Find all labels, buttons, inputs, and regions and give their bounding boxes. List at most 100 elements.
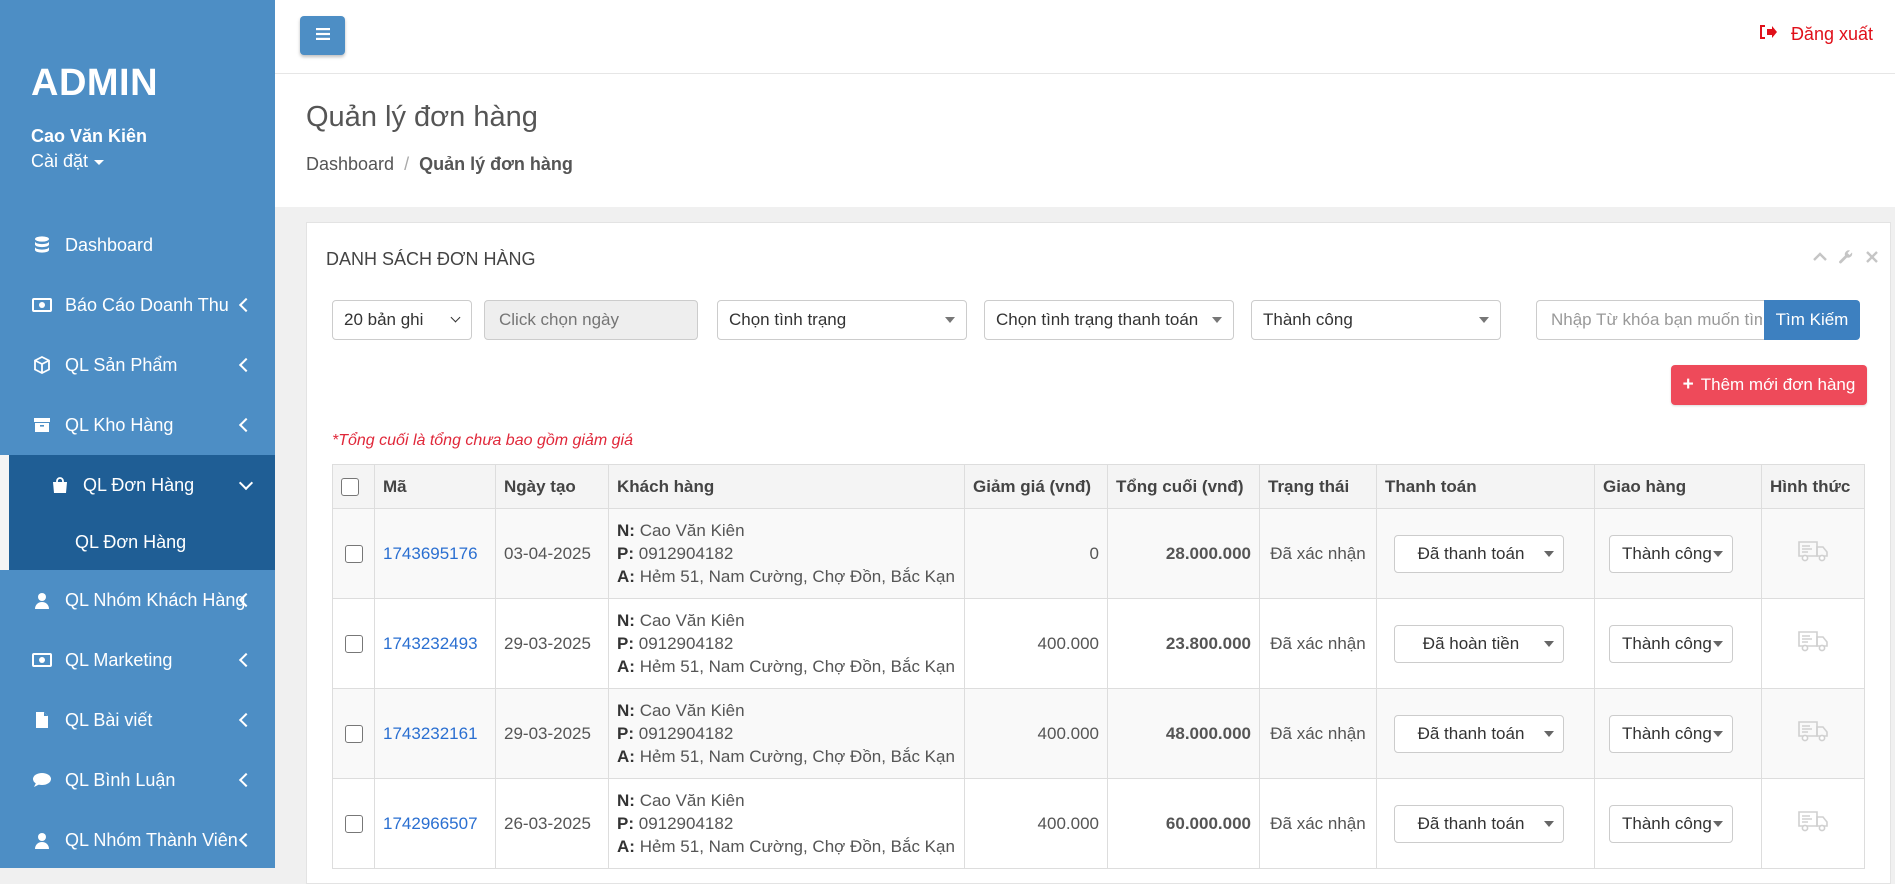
- sidebar-item-label: QL Bài viết: [65, 709, 153, 730]
- row-checkbox[interactable]: [344, 635, 363, 654]
- status-select[interactable]: Chọn tình trạng: [717, 300, 967, 340]
- select-all-checkbox[interactable]: [341, 478, 359, 497]
- truck-icon[interactable]: [1797, 809, 1829, 833]
- chevron-down-icon: [450, 312, 461, 323]
- order-code-cell: 1743232493: [374, 598, 496, 689]
- phone-label: P:: [617, 544, 634, 563]
- column-header-date[interactable]: Ngày tạo: [495, 464, 609, 509]
- address-label: A:: [617, 837, 635, 856]
- date-picker-input[interactable]: [484, 300, 698, 340]
- order-code-link[interactable]: 1742966507: [383, 814, 478, 833]
- sidebar-item-orders[interactable]: QL Đơn Hàng: [0, 455, 275, 515]
- sidebar-item-member-groups[interactable]: QL Nhóm Thành Viên: [0, 810, 275, 868]
- phone-label: P:: [617, 724, 634, 743]
- sidebar-item-posts[interactable]: QL Bài viết: [0, 690, 275, 750]
- page-title: Quản lý đơn hàng: [306, 101, 538, 133]
- row-checkbox[interactable]: [344, 725, 363, 744]
- total-value: 60.000.000: [1107, 778, 1260, 869]
- table-row: 1743232161 29-03-2025 N: Cao Văn Kiên P:…: [332, 688, 1865, 779]
- sidebar-item-revenue-report[interactable]: Báo Cáo Doanh Thu: [0, 275, 275, 335]
- total-value: 23.800.000: [1107, 598, 1260, 689]
- name-label: N:: [617, 701, 635, 720]
- logout-button[interactable]: Đăng xuất: [1759, 24, 1873, 45]
- caret-down-icon: [1713, 550, 1723, 557]
- search-button[interactable]: Tìm Kiếm: [1764, 300, 1860, 340]
- row-checkbox[interactable]: [344, 545, 363, 564]
- column-header-status[interactable]: Trạng thái: [1259, 464, 1377, 509]
- delivery-cell: Thành công: [1594, 688, 1762, 779]
- truck-icon[interactable]: [1797, 629, 1829, 653]
- payment-status-value: Đã thanh toán: [1417, 813, 1525, 833]
- delivery-cell: Thành công: [1594, 778, 1762, 869]
- shopping-bag-icon: [49, 474, 71, 496]
- payment-status-dropdown[interactable]: Đã thanh toán: [1394, 804, 1564, 843]
- payment-status-select[interactable]: Chọn tình trạng thanh toán: [984, 300, 1234, 340]
- sidebar-toggle-button[interactable]: [300, 16, 345, 55]
- page-size-select[interactable]: 20 bản ghi: [332, 300, 472, 340]
- customer-cell: N: Cao Văn Kiên P: 0912904182 A: Hẻm 51,…: [608, 688, 965, 779]
- delivery-status-dropdown[interactable]: Thành công: [1609, 534, 1733, 573]
- close-icon[interactable]: [1864, 249, 1880, 265]
- sidebar-item-label: QL Nhóm Thành Viên: [65, 829, 238, 850]
- table-row: 1743232493 29-03-2025 N: Cao Văn Kiên P:…: [332, 598, 1865, 689]
- delivery-status-dropdown[interactable]: Thành công: [1609, 804, 1733, 843]
- column-header-customer[interactable]: Khách hàng: [608, 464, 965, 509]
- breadcrumb-current: Quản lý đơn hàng: [419, 154, 573, 174]
- delivery-status-select[interactable]: Thành công: [1251, 300, 1501, 340]
- column-header-payment[interactable]: Thanh toán: [1376, 464, 1595, 509]
- payment-status-dropdown[interactable]: Đã thanh toán: [1394, 714, 1564, 753]
- truck-icon[interactable]: [1797, 719, 1829, 743]
- search-input[interactable]: [1536, 300, 1764, 340]
- shipping-method-cell: [1761, 598, 1865, 689]
- breadcrumb-dashboard-link[interactable]: Dashboard: [306, 154, 394, 174]
- order-code-link[interactable]: 1743232493: [383, 634, 478, 653]
- collapse-icon[interactable]: [1812, 249, 1828, 265]
- row-select-cell: [332, 688, 375, 779]
- sidebar-subitem-orders[interactable]: QL Đơn Hàng: [0, 515, 275, 570]
- discount-value: 400.000: [964, 778, 1108, 869]
- settings-dropdown[interactable]: Cài đặt: [31, 151, 105, 172]
- phone-label: P:: [617, 814, 634, 833]
- panel-title: DANH SÁCH ĐƠN HÀNG: [326, 249, 536, 269]
- row-select-cell: [332, 778, 375, 869]
- order-code-link[interactable]: 1743232161: [383, 724, 478, 743]
- customer-phone: 0912904182: [638, 544, 734, 563]
- name-label: N:: [617, 521, 635, 540]
- sidebar-item-warehouse[interactable]: QL Kho Hàng: [0, 395, 275, 455]
- row-checkbox[interactable]: [344, 815, 363, 834]
- column-header-discount[interactable]: Giảm giá (vnđ): [964, 464, 1108, 509]
- address-label: A:: [617, 657, 635, 676]
- order-status: Đã xác nhận: [1259, 598, 1377, 689]
- orders-table: Mã Ngày tạo Khách hàng Giảm giá (vnđ) Tổ…: [332, 464, 1865, 869]
- wrench-icon[interactable]: [1838, 249, 1854, 265]
- column-header-total[interactable]: Tổng cuối (vnđ): [1107, 464, 1260, 509]
- customer-address: Hẻm 51, Nam Cường, Chợ Đồn, Bắc Kạn: [639, 567, 955, 586]
- column-header-code[interactable]: Mã: [374, 464, 496, 509]
- column-header-delivery[interactable]: Giao hàng: [1594, 464, 1762, 509]
- sidebar-item-comments[interactable]: QL Bình Luận: [0, 750, 275, 810]
- add-order-button[interactable]: + Thêm mới đơn hàng: [1671, 365, 1867, 405]
- delivery-status-dropdown[interactable]: Thành công: [1609, 714, 1733, 753]
- customer-name: Cao Văn Kiên: [639, 521, 745, 540]
- column-header-method[interactable]: Hình thức: [1761, 464, 1865, 509]
- caret-down-icon: [1212, 317, 1222, 323]
- payment-cell: Đã thanh toán: [1376, 778, 1595, 869]
- cube-icon: [31, 354, 53, 376]
- payment-status-value: Đã hoàn tiền: [1422, 633, 1520, 653]
- customer-phone-line: P: 0912904182: [617, 812, 956, 835]
- payment-status-dropdown[interactable]: Đã thanh toán: [1394, 534, 1564, 573]
- customer-address: Hẻm 51, Nam Cường, Chợ Đồn, Bắc Kạn: [639, 657, 955, 676]
- chevron-left-icon: [238, 652, 254, 668]
- brand-logo: ADMIN: [31, 62, 159, 104]
- delivery-status-dropdown[interactable]: Thành công: [1609, 624, 1733, 663]
- sidebar-item-marketing[interactable]: QL Marketing: [0, 630, 275, 690]
- truck-icon[interactable]: [1797, 539, 1829, 563]
- file-icon: [31, 709, 53, 731]
- sidebar-item-dashboard[interactable]: Dashboard: [0, 215, 275, 275]
- sidebar-item-customer-groups[interactable]: QL Nhóm Khách Hàng: [0, 570, 275, 630]
- order-code-link[interactable]: 1743695176: [383, 544, 478, 563]
- payment-status-dropdown[interactable]: Đã hoàn tiền: [1394, 624, 1564, 663]
- chevron-left-icon: [238, 297, 254, 313]
- sidebar-item-products[interactable]: QL Sản Phẩm: [0, 335, 275, 395]
- sidebar-nav: Dashboard Báo Cáo Doanh Thu QL Sản Phẩm …: [0, 215, 275, 868]
